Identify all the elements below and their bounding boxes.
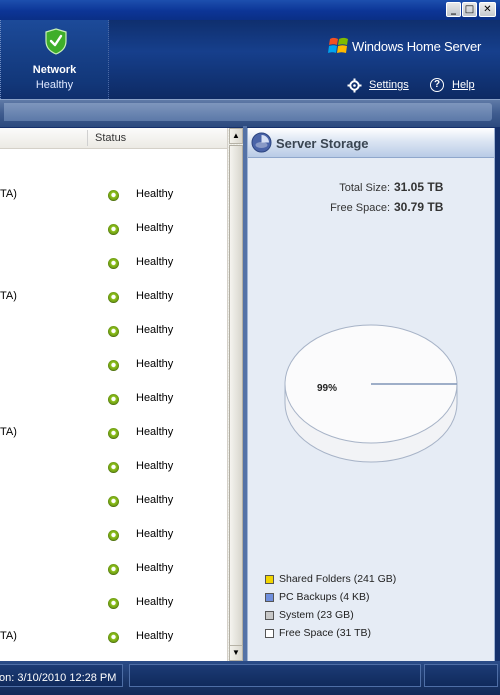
- minimize-button[interactable]: _: [446, 2, 461, 17]
- settings-link[interactable]: Settings: [369, 79, 409, 91]
- healthy-status-icon: [108, 496, 119, 507]
- last-update-text: on: 3/10/2010 12:28 PM: [0, 672, 117, 684]
- healthy-status-icon: [108, 224, 119, 235]
- healthy-status-icon: [108, 564, 119, 575]
- toolbar-bar: [4, 103, 492, 121]
- console-header: Network Healthy Windows Home Server Sett…: [0, 20, 500, 99]
- total-size-label: Total Size:: [339, 182, 390, 194]
- product-name: Windows Home Server: [352, 39, 482, 54]
- healthy-status-icon: [108, 462, 119, 473]
- drive-status-text: Healthy: [136, 324, 174, 336]
- drive-status-text: Healthy: [136, 358, 174, 370]
- hard-drives-list: Status TA) Healthy Healthy Healthy TA) Health…: [0, 128, 227, 661]
- column-separator[interactable]: [87, 130, 88, 146]
- list-header: Status: [0, 128, 227, 149]
- healthy-status-icon: [108, 394, 119, 405]
- status-segment-time: on: 3/10/2010 12:28 PM: [0, 664, 123, 687]
- table-row[interactable]: Healthy: [0, 348, 227, 382]
- free-space-value: 30.79 TB: [394, 200, 444, 214]
- table-row[interactable]: Healthy: [0, 212, 227, 246]
- healthy-status-icon: [108, 326, 119, 337]
- table-row[interactable]: Healthy: [0, 484, 227, 518]
- drive-status-text: Healthy: [136, 596, 174, 608]
- maximize-button[interactable]: □: [462, 2, 477, 17]
- healthy-status-icon: [108, 360, 119, 371]
- drive-name-text: TA): [0, 290, 17, 302]
- table-row[interactable]: Healthy: [0, 450, 227, 484]
- drive-name-text: TA): [0, 630, 17, 642]
- legend-label: Shared Folders (241 GB): [279, 573, 397, 585]
- healthy-status-icon: [108, 428, 119, 439]
- help-icon: ?: [430, 78, 444, 92]
- table-row[interactable]: Healthy: [0, 382, 227, 416]
- windows-logo-icon: [328, 37, 348, 53]
- scroll-down-button[interactable]: ▼: [229, 645, 243, 661]
- table-row[interactable]: Healthy: [0, 552, 227, 586]
- network-tab-status: Healthy: [35, 79, 74, 91]
- drive-status-text: Healthy: [136, 290, 174, 302]
- healthy-status-icon: [108, 292, 119, 303]
- healthy-status-icon: [108, 598, 119, 609]
- legend-label: Free Space (31 TB): [279, 627, 372, 639]
- healthy-status-icon: [108, 258, 119, 269]
- legend-label: PC Backups (4 KB): [279, 591, 370, 603]
- drive-name-text: TA): [0, 188, 17, 200]
- gear-icon: [347, 78, 362, 93]
- legend-label: System (23 GB): [279, 609, 354, 621]
- network-tab-title: Network: [32, 64, 77, 76]
- table-row[interactable]: Healthy: [0, 518, 227, 552]
- shield-check-icon: [45, 28, 67, 55]
- table-row[interactable]: Healthy: [0, 246, 227, 280]
- legend-swatch: [265, 611, 274, 620]
- drive-status-text: Healthy: [136, 188, 174, 200]
- table-row[interactable]: Healthy: [0, 314, 227, 348]
- drive-name-text: TA): [0, 426, 17, 438]
- legend-swatch: [265, 575, 274, 584]
- status-segment-right: [424, 664, 498, 687]
- column-header-status[interactable]: Status: [95, 132, 126, 144]
- scrollbar-thumb[interactable]: [229, 145, 243, 660]
- drive-status-text: Healthy: [136, 630, 174, 642]
- list-scrollbar[interactable]: ▲ ▼: [227, 128, 244, 661]
- close-button[interactable]: ✕: [479, 2, 496, 17]
- window-title-bar: _ □ ✕: [0, 0, 500, 20]
- pie-percent-label: 99%: [317, 383, 338, 394]
- network-status-tab[interactable]: Network Healthy: [0, 20, 109, 99]
- drive-status-text: Healthy: [136, 528, 174, 540]
- table-row[interactable]: Healthy: [0, 586, 227, 620]
- server-storage-panel: Server Storage Total Size: 31.05 TB Free…: [247, 128, 495, 661]
- total-size-value: 31.05 TB: [394, 180, 444, 194]
- status-bar: on: 3/10/2010 12:28 PM: [0, 661, 500, 695]
- legend-swatch: [265, 629, 274, 638]
- drive-status-text: Healthy: [136, 392, 174, 404]
- free-space-label: Free Space:: [330, 202, 390, 214]
- drive-status-text: Healthy: [136, 426, 174, 438]
- status-segment-middle: [129, 664, 421, 687]
- drive-status-text: Healthy: [136, 494, 174, 506]
- drive-status-text: Healthy: [136, 562, 174, 574]
- table-row[interactable]: TA) Healthy: [0, 416, 227, 450]
- toolbar-strip: [0, 99, 500, 127]
- healthy-status-icon: [108, 190, 119, 201]
- table-row[interactable]: TA) Healthy: [0, 620, 227, 654]
- pie-chart-icon: [251, 132, 272, 153]
- storage-panel-title: Server Storage: [276, 136, 369, 151]
- table-row[interactable]: TA) Healthy: [0, 178, 227, 212]
- table-row[interactable]: TA) Healthy: [0, 280, 227, 314]
- drive-status-text: Healthy: [136, 222, 174, 234]
- healthy-status-icon: [108, 530, 119, 541]
- drive-status-text: Healthy: [136, 256, 174, 268]
- legend-swatch: [265, 593, 274, 602]
- storage-pie-chart: [284, 324, 458, 463]
- healthy-status-icon: [108, 632, 119, 643]
- help-link[interactable]: Help: [452, 79, 475, 91]
- scroll-up-button[interactable]: ▲: [229, 128, 243, 144]
- storage-panel-header: Server Storage: [248, 128, 494, 158]
- drive-status-text: Healthy: [136, 460, 174, 472]
